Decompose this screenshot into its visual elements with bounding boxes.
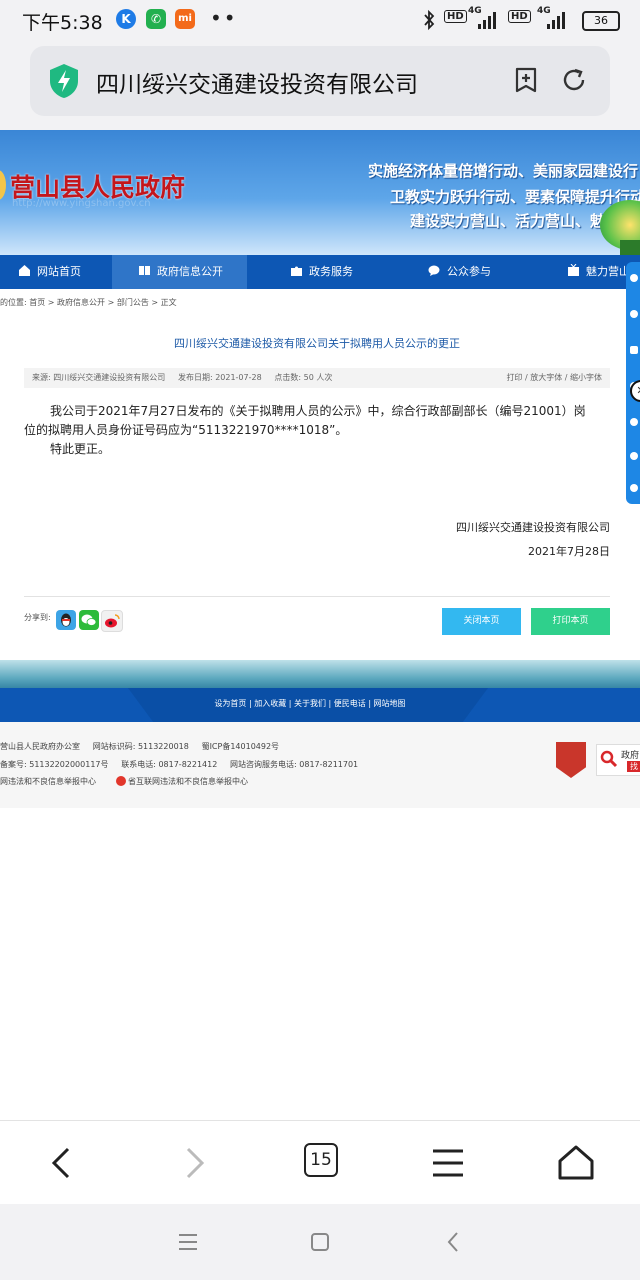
footer-info: 营山县人民政府办公室 网站标识码: 5113220018 蜀ICP备140104… [0,722,640,808]
k-app-icon: K [116,9,136,29]
print-page-button[interactable]: 打印本页 [531,608,610,635]
divider [24,596,610,597]
security-shield-icon[interactable] [48,63,80,99]
back-icon[interactable] [40,1141,84,1185]
refresh-icon[interactable] [560,66,588,94]
close-page-button[interactable]: 关闭本页 [442,608,521,635]
meta-info: 来源: 四川绥兴交通建设投资有限公司 发布日期: 2021-07-28 点击数:… [32,373,333,382]
nav-home[interactable]: 网站首页 [0,255,112,289]
badge-label: 政府 [621,751,640,761]
status-bar: 下午5:38 K ✆ mi •• HD 4G HD 4G 36 [0,0,640,40]
more-notifications-icon: •• [210,6,238,30]
report-icon [116,776,126,786]
side-top-icon[interactable] [630,484,638,492]
system-navigation-bar [0,1204,640,1280]
meta-tools[interactable]: 打印 / 放大字体 / 缩小字体 [506,368,602,388]
article-title: 四川绥兴交通建设投资有限公司关于拟聘用人员公示的更正 [174,337,460,350]
main-nav: 网站首页 政府信息公开 政务服务 公众参与 魅力营山 [0,255,640,289]
party-gov-badge-icon[interactable] [556,742,586,778]
nav-gov-info[interactable]: 政府信息公开 [112,255,247,289]
badge-label-2: 找 [627,761,640,772]
footer-line-3a[interactable]: 网违法和不良信息举报中心 [0,776,96,787]
side-link-icon[interactable] [630,452,638,460]
chat-icon [428,265,440,276]
nav-public-participation[interactable]: 公众参与 [428,255,548,289]
magnifier-icon [600,750,618,768]
system-back-icon[interactable] [442,1230,466,1254]
share-label: 分享到: [24,613,51,622]
mascot-badge [620,240,640,255]
qq-share-icon[interactable] [56,610,76,630]
body-paragraph-2: 特此更正。 [50,442,111,456]
footer-line-2: 备案号: 51132202000117号 联系电话: 0817-8221412 … [0,760,359,769]
signature-date: 2021年7月28日 [528,545,610,558]
weibo-share-icon[interactable] [101,610,123,632]
tv-icon [568,264,579,276]
side-chat-icon[interactable] [630,274,638,282]
wechat-share-icon[interactable] [79,610,99,630]
nav-gov-services[interactable]: 政务服务 [290,255,410,289]
recent-apps-icon[interactable] [176,1230,200,1254]
home-icon [19,265,30,276]
phone-icon: ✆ [146,9,166,29]
puzzle-icon [291,266,302,276]
signal-icon-2 [547,12,565,29]
signal-icon [478,12,496,29]
menu-icon[interactable] [426,1141,470,1185]
slogan-line-2: 卫教实力跃升行动、要素保障提升行动 [390,188,640,206]
bluetooth-icon [424,9,435,31]
web-content: 营山县人民政府 http://www.yingshan.gov.cn 实施经济体… [0,130,640,1120]
footer-line-1: 营山县人民政府办公室 网站标识码: 5113220018 蜀ICP备140104… [0,742,280,751]
site-url: http://www.yingshan.gov.cn [12,198,151,209]
slogan-line-1: 实施经济体量倍增行动、美丽家园建设行 [368,162,639,180]
tab-count-button[interactable]: 15 [304,1143,338,1177]
status-time: 下午5:38 [22,12,103,34]
footer-wave [0,660,640,690]
book-icon [139,266,150,275]
article-meta: 来源: 四川绥兴交通建设投资有限公司 发布日期: 2021-07-28 点击数:… [24,368,610,388]
browser-toolbar: 15 [0,1120,640,1205]
system-home-icon[interactable] [308,1230,332,1254]
mi-app-icon: mi [175,9,195,29]
home-icon[interactable] [554,1141,598,1185]
hd-badge: HD [444,10,467,23]
side-share-icon[interactable] [630,418,638,426]
body-paragraph-1-line-2: 位的拟聘用人员身份证号码应为“5113221970****1018”。 [24,423,348,437]
footer-nav: 设为首页 | 加入收藏 | 关于我们 | 便民电话 | 网站地图 [0,688,640,722]
breadcrumb: 的位置: 首页 > 政府信息公开 > 部门公告 > 正文 [0,298,177,307]
side-weibo-icon[interactable] [630,310,638,318]
footer-line-3b[interactable]: 省互联网违法和不良信息举报中心 [128,776,248,787]
forward-icon[interactable] [172,1141,216,1185]
url-bar[interactable]: 四川绥兴交通建设投资有限公司 [30,46,610,116]
side-phone-icon[interactable] [630,346,638,354]
footer-links[interactable]: 设为首页 | 加入收藏 | 关于我们 | 便民电话 | 网站地图 [0,698,620,709]
battery-indicator: 36 [582,11,620,31]
slogan-line-3: 建设实力营山、活力营山、魅力 [410,212,621,230]
hd-badge-2: HD [508,10,531,23]
gov-error-finder-badge[interactable]: 政府 找 [596,744,640,776]
body-paragraph-1-line-1: 我公司于2021年7月27日发布的《关于拟聘用人员的公示》中，综合行政部副部长（… [50,404,586,418]
page-url-title[interactable]: 四川绥兴交通建设投资有限公司 [96,65,472,99]
signature-org: 四川绥兴交通建设投资有限公司 [456,521,610,534]
emblem-icon [0,170,6,200]
add-bookmark-icon[interactable] [512,66,540,94]
site-banner: 营山县人民政府 http://www.yingshan.gov.cn 实施经济体… [0,130,640,255]
